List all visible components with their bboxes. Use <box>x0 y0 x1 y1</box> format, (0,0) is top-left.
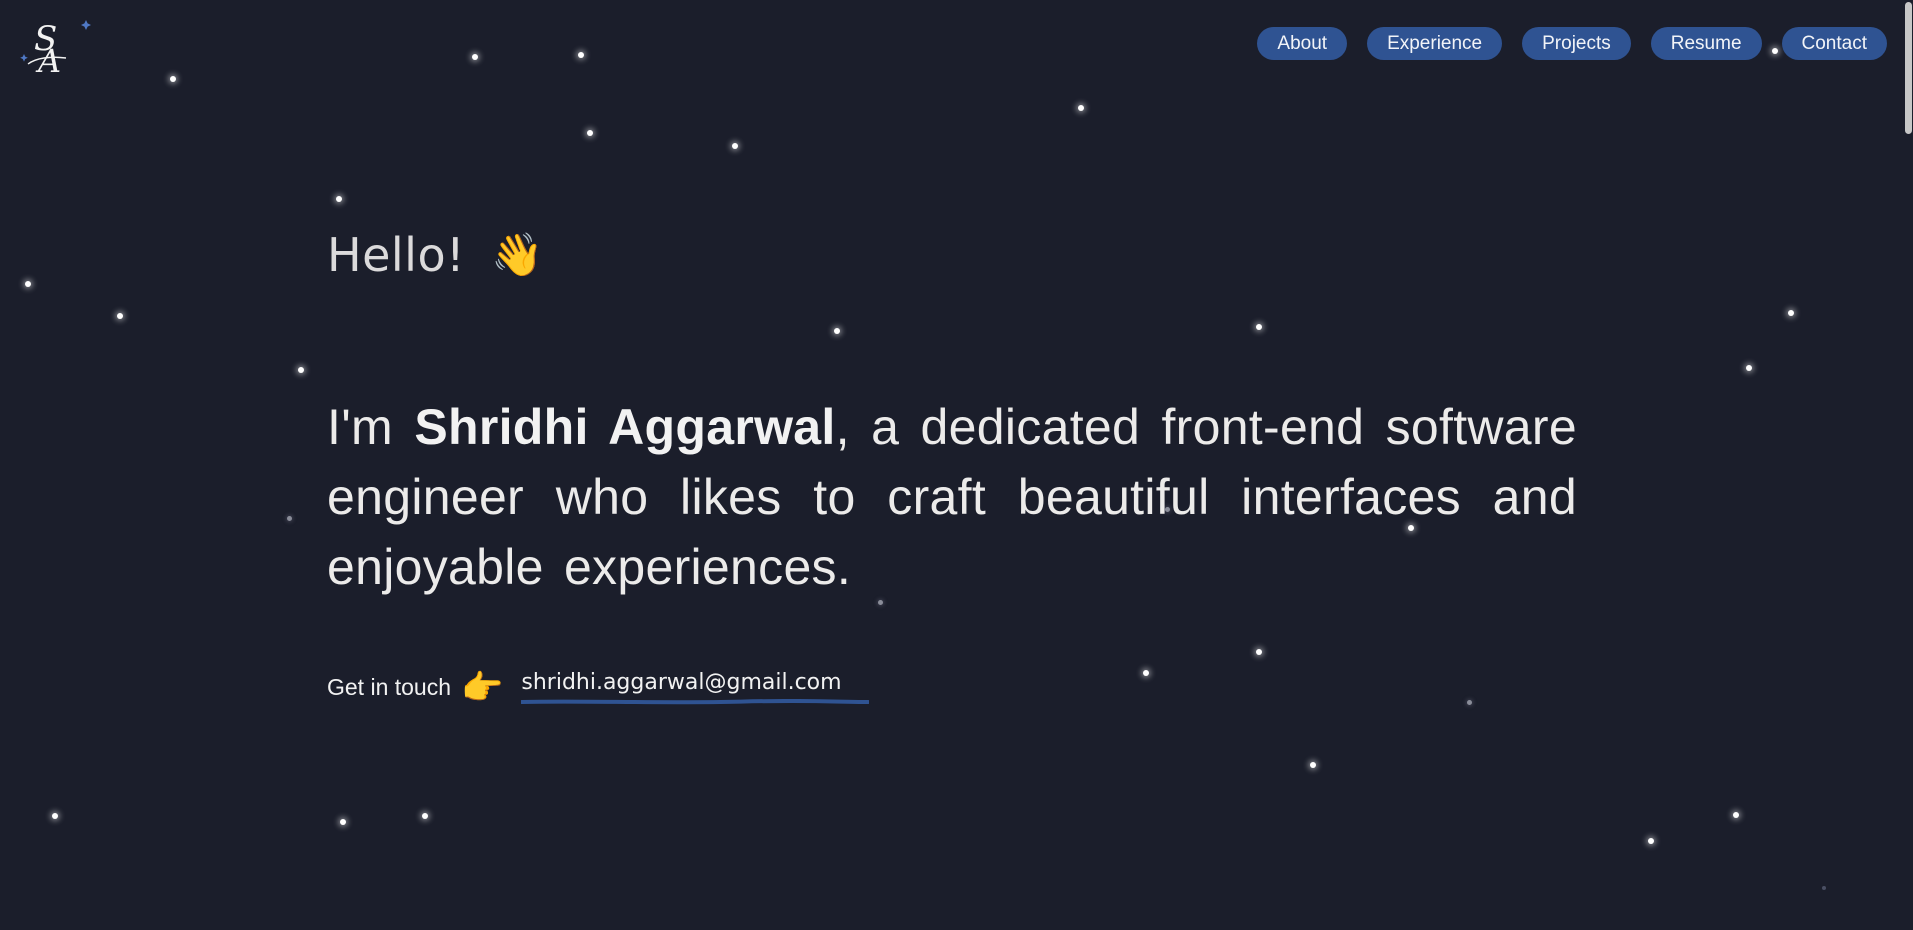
star <box>1648 838 1654 844</box>
intro-prefix: I'm <box>327 399 415 455</box>
nav-experience-button[interactable]: Experience <box>1367 27 1503 60</box>
nav-about-button[interactable]: About <box>1257 27 1348 60</box>
waving-hand-icon: 👋 <box>491 230 544 279</box>
nav-resume-button[interactable]: Resume <box>1650 27 1762 60</box>
star <box>472 54 478 60</box>
scrollbar-thumb[interactable] <box>1905 2 1912 134</box>
top-nav: About Experience Projects Resume Contact <box>1257 27 1887 60</box>
email-link[interactable]: shridhi.aggarwal@gmail.com <box>521 670 841 695</box>
star <box>422 813 428 819</box>
page: S A About Experience Projects Resume Con… <box>0 0 1913 930</box>
star <box>1078 105 1084 111</box>
pointing-hand-icon: 👉 <box>461 668 504 707</box>
page-scrollbar[interactable] <box>1903 0 1913 930</box>
star <box>1822 886 1826 890</box>
star <box>732 143 738 149</box>
star <box>1788 310 1794 316</box>
site-logo[interactable]: S A <box>20 14 92 76</box>
sa-monogram-logo: S A <box>20 19 91 76</box>
star <box>1733 812 1739 818</box>
greeting-text: Hello! <box>327 228 466 282</box>
star <box>340 819 346 825</box>
hero-section: Hello! 👋 I'm Shridhi Aggarwal, a dedicat… <box>327 220 1577 705</box>
person-name: Shridhi Aggarwal <box>414 399 836 455</box>
star <box>578 52 584 58</box>
star <box>52 813 58 819</box>
star <box>25 281 31 287</box>
contact-row: Get in touch 👉 shridhi.aggarwal@gmail.co… <box>327 670 1577 705</box>
star <box>117 313 123 319</box>
email-underline <box>521 699 870 705</box>
star <box>1746 365 1752 371</box>
star <box>1310 762 1316 768</box>
star <box>298 367 304 373</box>
intro-paragraph: I'm Shridhi Aggarwal, a dedicated front-… <box>327 392 1577 602</box>
nav-contact-button[interactable]: Contact <box>1781 27 1887 60</box>
greeting-heading: Hello! 👋 <box>327 220 1577 290</box>
contact-label: Get in touch <box>327 674 452 700</box>
star <box>287 516 292 521</box>
star <box>336 196 342 202</box>
star <box>170 76 176 82</box>
nav-projects-button[interactable]: Projects <box>1522 27 1631 60</box>
email-link-wrapper[interactable]: shridhi.aggarwal@gmail.com <box>521 670 870 705</box>
star <box>587 130 593 136</box>
